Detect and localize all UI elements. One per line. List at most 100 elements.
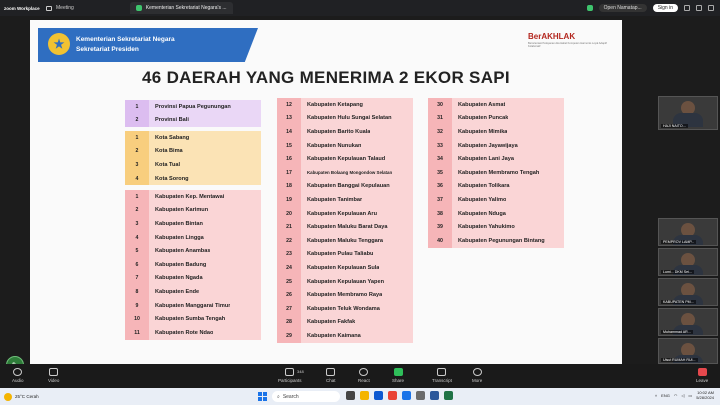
- video-label: Video: [48, 378, 60, 383]
- list-item: 36 Kabupaten Tolikara: [428, 180, 564, 194]
- zoom-window: zoom Workplace Meeting Kementerian Sekre…: [0, 0, 720, 405]
- item-number: 1: [135, 193, 139, 200]
- item-number: 3: [135, 220, 139, 227]
- minimize-icon[interactable]: [684, 5, 690, 11]
- item-name: Kabupaten Ngada: [155, 275, 203, 282]
- item-number: 33: [437, 142, 443, 149]
- meeting-icon: [46, 5, 52, 11]
- word-icon[interactable]: [430, 391, 439, 400]
- participants-label: Participants: [278, 378, 302, 383]
- item-name: Kabupaten Bintan: [155, 220, 203, 227]
- item-name: Provinsi Papua Pegunungan: [155, 103, 231, 110]
- item-name: Kabupaten Nduga: [458, 210, 506, 217]
- item-number: 1: [135, 103, 139, 110]
- chrome-icon[interactable]: [388, 391, 397, 400]
- participant-tile[interactable]: Muhammad AR...: [658, 308, 718, 336]
- excel-icon[interactable]: [444, 391, 453, 400]
- participant-tile[interactable]: KABUPATEN PM...: [658, 278, 718, 306]
- taskbar-search[interactable]: ⌕ Search: [272, 391, 340, 402]
- system-tray: ˄ ENG ◠ ◁ ▭ 10:02 AM 5/28/2024: [655, 390, 714, 400]
- chevron-up-icon[interactable]: ˄: [655, 393, 657, 398]
- item-number: 4: [135, 175, 139, 182]
- participant-tile[interactable]: Lumi... DKM Sei...: [658, 248, 718, 276]
- edge-icon[interactable]: [374, 391, 383, 400]
- weather-widget[interactable]: 25°C Cerah: [0, 392, 120, 401]
- participants-count: 348: [297, 369, 304, 374]
- leave-button[interactable]: Leave: [696, 368, 708, 383]
- item-number: 1: [135, 134, 139, 141]
- header-banner: ★ Kementerian Sekretariat Negara Sekreta…: [38, 28, 258, 62]
- app-logo: zoom Workplace: [4, 5, 40, 11]
- item-number: 28: [286, 319, 292, 326]
- wifi-icon[interactable]: ◠: [674, 393, 678, 398]
- list-item: 35 Kabupaten Membramo Tengah: [428, 166, 564, 180]
- kabupaten-list-3: 30 Kabupaten Asmat 31 Kabupaten Puncak 32 Kab…: [428, 98, 564, 248]
- list-item: 18 Kabupaten Banggai Kepulauan: [277, 180, 413, 194]
- more-icon: [472, 368, 482, 376]
- list-item: 2 Kota Bima: [125, 145, 261, 159]
- item-name: Kabupaten Kepulauan Aru: [307, 210, 378, 217]
- transcript-label: Transcript: [432, 378, 452, 383]
- zoom-app-icon[interactable]: [402, 391, 411, 400]
- transcript-button[interactable]: Transcript: [432, 368, 452, 383]
- org-name: Kementerian Sekretariat Negara: [76, 36, 175, 43]
- video-button[interactable]: Video: [48, 368, 59, 383]
- list-item: 10 Kabupaten Sumba Tengah: [125, 312, 261, 326]
- volume-icon[interactable]: ◁: [681, 393, 684, 398]
- item-number: 19: [286, 196, 292, 203]
- brand-logo: BerAKHLAK Berorientasi Pelayanan Akuntab…: [528, 32, 608, 48]
- participant-name: HAJI NAITO...: [661, 124, 688, 128]
- item-number: 5: [135, 248, 139, 255]
- store-icon[interactable]: [416, 391, 425, 400]
- participant-tile[interactable]: PEMPROV LAMP...: [658, 218, 718, 246]
- battery-icon[interactable]: ▭: [688, 393, 692, 398]
- list-item: 4 Kabupaten Lingga: [125, 231, 261, 245]
- item-name: Kabupaten Tolikara: [458, 183, 510, 190]
- signin-button[interactable]: Sign in: [652, 4, 678, 12]
- chat-button[interactable]: Chat: [326, 368, 336, 383]
- item-name: Kabupaten Kepulauan Yapen: [307, 278, 384, 285]
- notes-label: Open Namatap...: [603, 5, 642, 11]
- close-icon[interactable]: [708, 5, 714, 11]
- item-number: 25: [286, 278, 292, 285]
- item-name: Kabupaten Yalimo: [458, 196, 507, 203]
- participant-tile[interactable]: HAJI NAITO...: [658, 96, 718, 130]
- slide-title: 46 DAERAH YANG MENERIMA 2 EKOR SAPI: [142, 68, 510, 87]
- weather-desc: Cerah: [26, 394, 39, 399]
- react-button[interactable]: React: [358, 368, 370, 383]
- list-item: 3 Kota Tual: [125, 158, 261, 172]
- item-name: Kabupaten Anambas: [155, 248, 211, 255]
- list-item: 2 Kabupaten Karimun: [125, 204, 261, 218]
- audio-label: Audio: [12, 378, 24, 383]
- maximize-icon[interactable]: [696, 5, 702, 11]
- windows-start-icon[interactable]: [258, 392, 267, 401]
- item-name: Kota Bima: [155, 148, 183, 155]
- clock-date: 5/28/2024: [696, 395, 714, 400]
- widgets-icon[interactable]: [346, 391, 355, 400]
- language-indicator[interactable]: ENG: [661, 393, 670, 398]
- item-name: Kabupaten Yahukimo: [458, 224, 515, 231]
- participant-tile[interactable]: Uisut RUMAH RUI...: [658, 338, 718, 364]
- item-name: Kabupaten Sumba Tengah: [155, 316, 226, 323]
- item-number: 2: [135, 117, 139, 124]
- tab-meeting[interactable]: Meeting: [40, 2, 80, 14]
- leave-label: Leave: [696, 378, 709, 383]
- item-number: 11: [134, 329, 140, 336]
- tab-share[interactable]: Kementerian Sekretariat Negara's ...: [129, 2, 233, 14]
- item-number: 8: [135, 288, 139, 295]
- item-number: 14: [286, 128, 292, 135]
- camera-icon: [49, 368, 59, 376]
- list-item: 16 Kabupaten Kepulauan Talaud: [277, 152, 413, 166]
- kota-list: 1 Kota Sabang 2 Kota Bima 3 Kota Tual 4 Kota So…: [125, 131, 261, 186]
- more-label: More: [472, 378, 483, 383]
- kabupaten-list-2: 12 Kabupaten Ketapang 13 Kabupaten Hulu Sun…: [277, 98, 413, 343]
- more-button[interactable]: More: [472, 368, 482, 383]
- share-button[interactable]: Share: [392, 368, 404, 383]
- audio-button[interactable]: Audio: [12, 368, 24, 383]
- clock[interactable]: 10:02 AM 5/28/2024: [696, 390, 714, 400]
- item-name: Kabupaten Badung: [155, 261, 207, 268]
- notes-button[interactable]: Open Namatap...: [598, 4, 647, 12]
- file-explorer-icon[interactable]: [360, 391, 369, 400]
- item-number: 29: [286, 332, 292, 339]
- item-number: 23: [286, 251, 292, 258]
